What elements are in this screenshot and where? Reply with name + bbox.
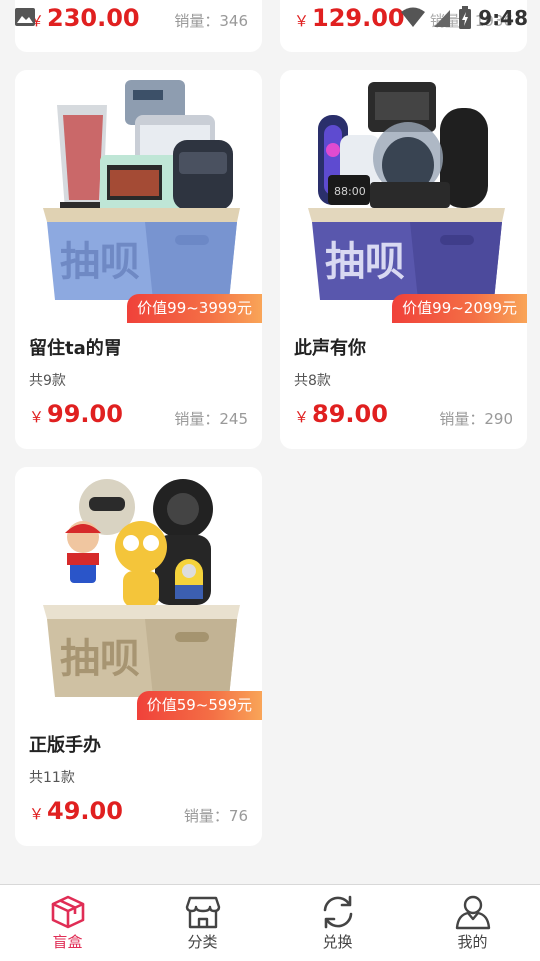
- battery-charging-icon: [459, 6, 472, 29]
- box-label-icon: 抽呗: [325, 239, 405, 285]
- value-tag: 价值59~599元: [136, 691, 262, 720]
- product-title: 正版手办: [29, 735, 101, 756]
- item-count: 共9款: [29, 373, 66, 389]
- exchange-icon: [323, 895, 352, 929]
- product-image: 抽呗: [15, 70, 262, 323]
- item-count: 共11款: [29, 770, 75, 786]
- product-title: 留住ta的胃: [29, 338, 122, 359]
- price: ￥ 49.00: [29, 797, 123, 825]
- tab-label: 盲盒: [52, 933, 83, 951]
- price: ￥ 89.00: [294, 400, 388, 428]
- tab-label: 分类: [187, 933, 218, 951]
- sales-count: 销量：76: [183, 807, 248, 825]
- box-label-icon: 抽呗: [60, 239, 140, 285]
- product-card-partial-1[interactable]: ￥ 230.00 销量：346: [15, 0, 262, 52]
- status-time: 9:48: [478, 6, 528, 30]
- product-card[interactable]: 抽呗 价值59~599元 正版手办 共11款 ￥ 49.00 销量：76: [15, 467, 262, 846]
- product-card[interactable]: 88:00 抽呗 价值99~2099元 此声有你 共8款 ￥ 89.00 销量：2…: [280, 70, 527, 449]
- sales-count: 销量：290: [439, 410, 513, 428]
- value-tag: 价值99~2099元: [392, 294, 527, 323]
- wifi-icon: [401, 7, 426, 27]
- product-image: 88:00 抽呗: [280, 70, 527, 323]
- price: ￥ 129.00: [294, 4, 405, 32]
- user-icon: [455, 895, 490, 930]
- tab-profile[interactable]: 我的: [405, 885, 540, 961]
- product-image: 抽呗: [15, 467, 262, 720]
- kitchen-appliances-image: 抽呗: [43, 80, 240, 300]
- status-bar-right: 9:48: [400, 4, 528, 32]
- blind-box-icon: [51, 895, 84, 929]
- figures-image: 抽呗: [43, 479, 240, 697]
- bottom-tab-bar: 盲盒 分类 兑换 我的: [0, 884, 540, 961]
- svg-text:88:00: 88:00: [334, 185, 366, 198]
- speakers-image: 88:00 抽呗: [308, 82, 505, 300]
- price: ￥ 230.00: [29, 4, 140, 32]
- shop-category-icon: [185, 896, 220, 929]
- tab-exchange[interactable]: 兑换: [270, 885, 405, 961]
- tab-category[interactable]: 分类: [135, 885, 270, 961]
- tab-label: 我的: [457, 933, 488, 951]
- gallery-icon: [15, 8, 35, 26]
- sales-count: 销量：346: [174, 12, 248, 30]
- box-label-icon: 抽呗: [60, 636, 140, 682]
- tab-blind-box[interactable]: 盲盒: [0, 885, 135, 961]
- signal-icon: [434, 10, 451, 27]
- product-card[interactable]: 抽呗 价值99~3999元 留住ta的胃 共9款 ￥ 99.00 销量：245: [15, 70, 262, 449]
- sales-count: 销量：245: [174, 410, 248, 428]
- price: ￥ 99.00: [29, 400, 123, 428]
- tab-label: 兑换: [322, 933, 353, 951]
- product-title: 此声有你: [294, 338, 366, 359]
- value-tag: 价值99~3999元: [127, 294, 262, 323]
- item-count: 共8款: [294, 373, 331, 389]
